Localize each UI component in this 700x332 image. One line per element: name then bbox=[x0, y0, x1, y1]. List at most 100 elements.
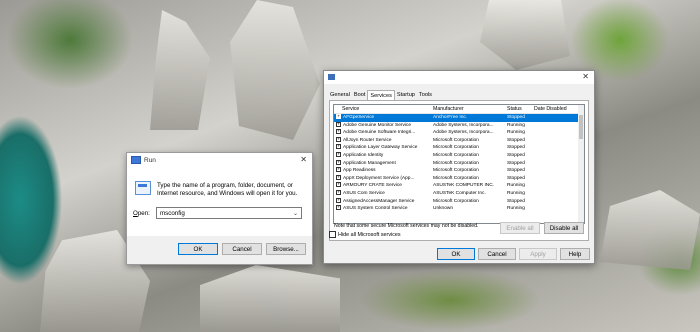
service-checkbox[interactable] bbox=[336, 144, 341, 150]
browse-button[interactable]: Browse... bbox=[266, 243, 306, 255]
service-status: Stopped bbox=[507, 160, 525, 166]
service-checkbox[interactable] bbox=[336, 182, 341, 188]
service-name: ARMOURY CRATE Service bbox=[343, 183, 402, 189]
enable-all-button[interactable]: Enable all bbox=[500, 222, 540, 234]
service-status: Stopped bbox=[507, 198, 525, 204]
service-name: Application Identity bbox=[343, 152, 384, 158]
service-manufacturer: Microsoft Corporation bbox=[433, 160, 479, 166]
service-checkbox[interactable] bbox=[336, 114, 341, 119]
table-row[interactable]: AllJoyn Router Service Microsoft Corporat… bbox=[334, 136, 584, 145]
services-list[interactable]: Service Manufacturer Status Date Disable… bbox=[333, 104, 585, 224]
cancel-button[interactable]: Cancel bbox=[222, 243, 262, 255]
msc-titlebar[interactable]: ✕ bbox=[324, 71, 594, 84]
table-row[interactable]: AFGpeService AnchorFree Inc. Stopped bbox=[334, 114, 584, 122]
tab-general[interactable]: General bbox=[328, 90, 352, 100]
tab-strip: General Boot Services Startup Tools bbox=[328, 90, 434, 101]
scrollbar[interactable] bbox=[578, 105, 584, 223]
table-row[interactable]: Adobe Genuine Monitor Service Adobe Syste… bbox=[334, 121, 584, 130]
disable-all-button[interactable]: Disable all bbox=[544, 222, 584, 234]
hide-ms-services-label: Hide all Microsoft services bbox=[338, 231, 401, 238]
close-icon[interactable]: ✕ bbox=[300, 155, 307, 164]
service-checkbox[interactable] bbox=[336, 129, 341, 135]
hide-ms-services-option[interactable]: Hide all Microsoft services bbox=[329, 231, 401, 238]
run-program-icon bbox=[135, 181, 151, 195]
column-manufacturer[interactable]: Manufacturer bbox=[433, 105, 464, 113]
ok-button[interactable]: OK bbox=[437, 248, 475, 260]
table-row[interactable]: Application Management Microsoft Corporat… bbox=[334, 159, 584, 168]
service-manufacturer: Microsoft Corporation bbox=[433, 168, 479, 174]
service-manufacturer: Adobe Systems, Incorpora... bbox=[433, 122, 494, 128]
run-app-icon bbox=[131, 156, 141, 164]
open-input-value: msconfig bbox=[160, 210, 185, 217]
service-checkbox[interactable] bbox=[336, 121, 341, 127]
service-checkbox[interactable] bbox=[336, 151, 341, 157]
close-icon[interactable]: ✕ bbox=[582, 72, 589, 81]
open-label: Open: bbox=[133, 210, 150, 217]
service-checkbox[interactable] bbox=[336, 159, 341, 165]
service-checkbox[interactable] bbox=[336, 197, 341, 203]
table-row[interactable]: AppX Deployment Service (App... Microsoft… bbox=[334, 174, 584, 183]
msconfig-app-icon bbox=[328, 74, 335, 80]
service-manufacturer: Microsoft Corporation bbox=[433, 145, 479, 151]
ok-button[interactable]: OK bbox=[178, 243, 218, 255]
service-status: Stopped bbox=[507, 152, 525, 158]
service-status: Stopped bbox=[507, 145, 525, 151]
service-checkbox[interactable] bbox=[336, 136, 341, 142]
tab-boot[interactable]: Boot bbox=[352, 90, 368, 100]
run-footer: OK Cancel Browse... bbox=[127, 236, 312, 264]
service-checkbox[interactable] bbox=[336, 205, 341, 211]
service-status: Stopped bbox=[507, 137, 525, 143]
service-name: AFGpeService bbox=[343, 115, 375, 120]
service-name: Adobe Genuine Monitor Service bbox=[343, 122, 411, 128]
table-row[interactable]: AssignedAccessManager Service Microsoft C… bbox=[334, 197, 584, 206]
help-button[interactable]: Help bbox=[560, 248, 590, 260]
service-checkbox[interactable] bbox=[336, 189, 341, 195]
service-checkbox[interactable] bbox=[336, 167, 341, 173]
open-input[interactable]: msconfig ⌄ bbox=[156, 207, 302, 219]
service-status: Running bbox=[507, 206, 525, 212]
table-row[interactable]: Application Layer Gateway Service Microso… bbox=[334, 144, 584, 152]
service-status: Running bbox=[507, 190, 525, 196]
service-name: Application Layer Gateway Service bbox=[343, 145, 418, 151]
service-name: Application Management bbox=[343, 160, 396, 166]
service-manufacturer: Microsoft Corporation bbox=[433, 198, 479, 204]
run-titlebar[interactable]: Run bbox=[127, 153, 312, 167]
table-row[interactable]: App Readiness Microsoft Corporation Stoppe… bbox=[334, 167, 584, 175]
service-name: AllJoyn Router Service bbox=[343, 137, 392, 143]
table-row[interactable]: ASUS Com Service ASUSTeK Computer Inc. Run… bbox=[334, 189, 584, 198]
service-manufacturer: ASUSTeK Computer Inc. bbox=[433, 190, 486, 196]
service-name: AssignedAccessManager Service bbox=[343, 198, 415, 204]
run-dialog: Run ✕ Type the name of a program, folder… bbox=[126, 152, 313, 265]
column-service[interactable]: Service bbox=[342, 105, 359, 113]
table-row[interactable]: ARMOURY CRATE Service ASUSTeK COMPUTER IN… bbox=[334, 182, 584, 190]
service-name: ASUS Com Service bbox=[343, 190, 385, 196]
service-manufacturer: ASUSTeK COMPUTER INC. bbox=[433, 183, 495, 189]
table-row[interactable]: Adobe Genuine Software Integri... Adobe S… bbox=[334, 129, 584, 137]
cancel-button[interactable]: Cancel bbox=[478, 248, 516, 260]
service-manufacturer: Unknown bbox=[433, 206, 453, 212]
tab-tools[interactable]: Tools bbox=[417, 90, 434, 100]
service-manufacturer: Microsoft Corporation bbox=[433, 152, 479, 158]
service-status: Stopped bbox=[507, 175, 525, 181]
column-date-disabled[interactable]: Date Disabled bbox=[534, 105, 567, 113]
service-name: AppX Deployment Service (App... bbox=[343, 175, 415, 181]
service-manufacturer: Microsoft Corporation bbox=[433, 137, 479, 143]
services-panel: Service Manufacturer Status Date Disable… bbox=[329, 100, 589, 241]
column-status[interactable]: Status bbox=[507, 105, 522, 113]
secure-services-note: Note that some secure Microsoft services… bbox=[334, 223, 479, 229]
chevron-down-icon[interactable]: ⌄ bbox=[293, 208, 298, 220]
service-checkbox[interactable] bbox=[336, 174, 341, 180]
service-name: App Readiness bbox=[343, 168, 376, 174]
service-name: ASUS System Control Service bbox=[343, 206, 408, 212]
service-status: Stopped bbox=[507, 168, 525, 174]
table-row[interactable]: ASUS System Control Service Unknown Runnin… bbox=[334, 205, 584, 213]
service-manufacturer: AnchorFree Inc. bbox=[433, 115, 468, 120]
apply-button[interactable]: Apply bbox=[519, 248, 557, 260]
service-name: Adobe Genuine Software Integri... bbox=[343, 130, 416, 136]
run-title: Run bbox=[144, 156, 156, 164]
tab-startup[interactable]: Startup bbox=[395, 90, 417, 100]
table-row[interactable]: Application Identity Microsoft Corporatio… bbox=[334, 151, 584, 160]
scrollbar-thumb[interactable] bbox=[579, 115, 583, 139]
service-status: Running bbox=[507, 130, 525, 136]
hide-ms-services-checkbox[interactable] bbox=[329, 231, 336, 238]
